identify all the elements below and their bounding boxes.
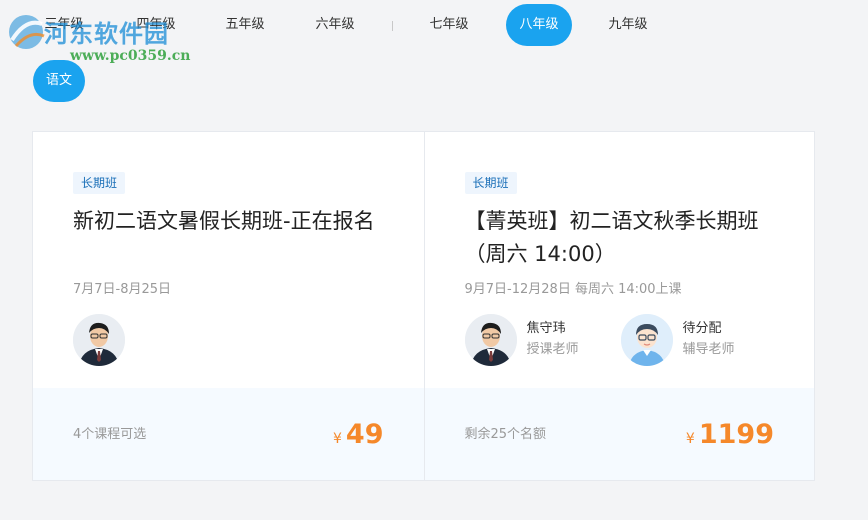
course-type-tag: 长期班 — [73, 172, 126, 194]
teacher-name: 焦守玮 — [526, 321, 566, 336]
price-currency: ¥ — [333, 431, 342, 447]
course-date: 9月7日-12月28日 每周六 14:00上课 — [464, 282, 682, 297]
course-type-tag: 长期班 — [464, 172, 517, 194]
avatar — [73, 314, 125, 366]
teacher-role: 辅导老师 — [682, 342, 735, 357]
teacher-item: 焦守玮 授课老师 — [464, 314, 579, 366]
course-card[interactable]: 长期班 【菁英班】初二语文秋季长期班（周六 14:00） 9月7日-12月28日… — [423, 132, 814, 480]
teacher-item: 待分配 辅导老师 — [620, 314, 735, 366]
tab-grade-8[interactable]: 八年级 — [506, 4, 572, 46]
watermark: 河东软件园 www.pc0359.cn — [4, 8, 214, 68]
course-price: ¥49 — [333, 419, 384, 450]
course-list: 长期班 新初二语文暑假长期班-正在报名 7月7日-8月25日 4个课程可选 ¥4… — [32, 131, 815, 481]
watermark-url: www.pc0359.cn — [70, 48, 191, 64]
teacher-photo-icon — [73, 314, 125, 366]
teacher-role: 授课老师 — [526, 342, 579, 357]
avatar — [620, 314, 673, 366]
teacher-item — [73, 314, 125, 366]
avatar — [464, 314, 517, 366]
tab-grade-5[interactable]: 五年级 — [215, 4, 275, 46]
course-title[interactable]: 新初二语文暑假长期班-正在报名 — [73, 205, 393, 238]
placeholder-avatar-icon — [620, 314, 673, 366]
teacher-info: 焦守玮 授课老师 — [527, 319, 579, 361]
teacher-info: 待分配 辅导老师 — [683, 319, 735, 361]
seats-remaining-note: 剩余25个名额 — [464, 427, 547, 442]
tab-grade-9[interactable]: 九年级 — [598, 4, 658, 46]
tab-divider — [392, 21, 393, 31]
teacher-name: 待分配 — [682, 321, 722, 336]
price-value: 49 — [345, 419, 384, 450]
course-price: ¥1199 — [686, 419, 774, 450]
tab-grade-6[interactable]: 六年级 — [305, 4, 365, 46]
teacher-photo-icon — [464, 314, 517, 366]
course-title[interactable]: 【菁英班】初二语文秋季长期班（周六 14:00） — [465, 205, 785, 271]
course-options-note: 4个课程可选 — [73, 427, 147, 442]
course-date: 7月7日-8月25日 — [73, 282, 172, 297]
watermark-logo-icon — [9, 15, 45, 49]
price-value: 1199 — [698, 419, 774, 450]
watermark-title: 河东软件园 — [44, 19, 169, 48]
course-card[interactable]: 长期班 新初二语文暑假长期班-正在报名 7月7日-8月25日 4个课程可选 ¥4… — [33, 132, 424, 480]
tab-grade-7[interactable]: 七年级 — [419, 4, 479, 46]
price-currency: ¥ — [685, 431, 695, 447]
